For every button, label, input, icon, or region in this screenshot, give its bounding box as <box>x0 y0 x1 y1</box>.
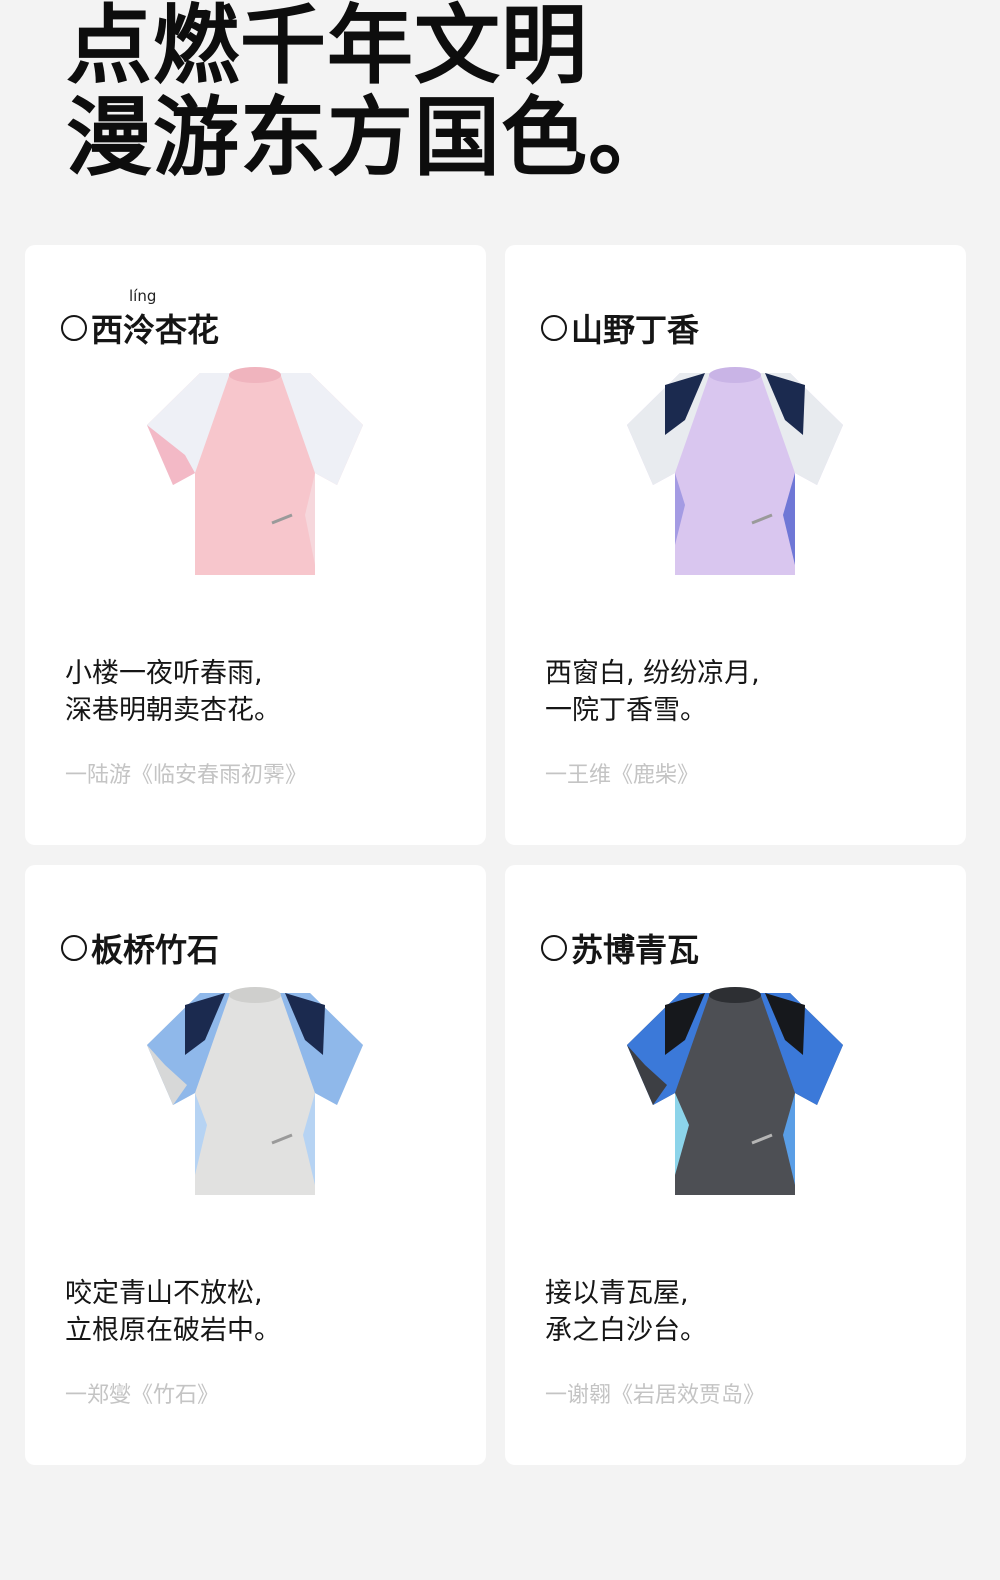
poem-line-1: 接以青瓦屋, <box>545 1278 689 1309</box>
product-card-wild-lilac[interactable]: 山野丁香 西窗白, 纷纷凉月, 一院丁香雪。 一王维《鹿柴》 <box>505 245 966 845</box>
card-title: 苏博青瓦 <box>541 925 699 971</box>
tshirt-dark-grey-image <box>627 987 843 1195</box>
poem-source: 一陆游《临安春雨初霁》 <box>65 763 308 788</box>
card-title: 西泠杏花 <box>61 305 219 351</box>
headline-line-2: 漫游东方国色。 <box>66 88 675 188</box>
circle-bullet-icon <box>61 315 87 341</box>
poem-line-1: 咬定青山不放松, <box>65 1278 263 1309</box>
tshirt-grey-blue-image <box>147 987 363 1195</box>
circle-bullet-icon <box>541 315 567 341</box>
product-card-xiling-apricot[interactable]: líng 西泠杏花 小楼一夜听春雨, 深巷明朝卖杏花。 一陆游《临安春雨初霁》 <box>25 245 486 845</box>
headline-line-1: 点燃千年文明 <box>66 0 588 96</box>
poem-line-1: 小楼一夜听春雨, <box>65 658 263 689</box>
poem-verse: 小楼一夜听春雨, 深巷明朝卖杏花。 <box>65 655 281 729</box>
circle-bullet-icon <box>61 935 87 961</box>
poem-source: 一王维《鹿柴》 <box>545 763 700 788</box>
card-title-text: 苏博青瓦 <box>571 931 700 969</box>
card-title-text: 板桥竹石 <box>91 931 220 969</box>
card-title: 山野丁香 <box>541 305 699 351</box>
card-title-text: 西泠杏花 <box>91 311 220 349</box>
product-card-suzhou-tile[interactable]: 苏博青瓦 接以青瓦屋, 承之白沙台。 一谢翱《岩居效贾岛》 <box>505 865 966 1465</box>
poem-line-2: 承之白沙台。 <box>545 1315 707 1346</box>
poem-source: 一郑燮《竹石》 <box>65 1383 220 1408</box>
poem-verse: 咬定青山不放松, 立根原在破岩中。 <box>65 1275 281 1349</box>
poem-line-2: 一院丁香雪。 <box>545 695 707 726</box>
poem-verse: 西窗白, 纷纷凉月, 一院丁香雪。 <box>545 655 760 729</box>
tshirt-pink-image <box>147 367 363 575</box>
card-title-text: 山野丁香 <box>571 311 700 349</box>
headline: 点燃千年文明 漫游东方国色。 <box>66 0 675 184</box>
poem-source: 一谢翱《岩居效贾岛》 <box>545 1383 766 1408</box>
poem-line-2: 立根原在破岩中。 <box>65 1315 281 1346</box>
poem-line-1: 西窗白, 纷纷凉月, <box>545 658 760 689</box>
pinyin-annotation: líng <box>129 287 157 305</box>
card-title: 板桥竹石 <box>61 925 219 971</box>
product-card-banqiao-bamboo[interactable]: 板桥竹石 咬定青山不放松, 立根原在破岩中。 一郑燮《竹石》 <box>25 865 486 1465</box>
circle-bullet-icon <box>541 935 567 961</box>
poem-line-2: 深巷明朝卖杏花。 <box>65 695 281 726</box>
tshirt-lilac-image <box>627 367 843 575</box>
poem-verse: 接以青瓦屋, 承之白沙台。 <box>545 1275 707 1349</box>
